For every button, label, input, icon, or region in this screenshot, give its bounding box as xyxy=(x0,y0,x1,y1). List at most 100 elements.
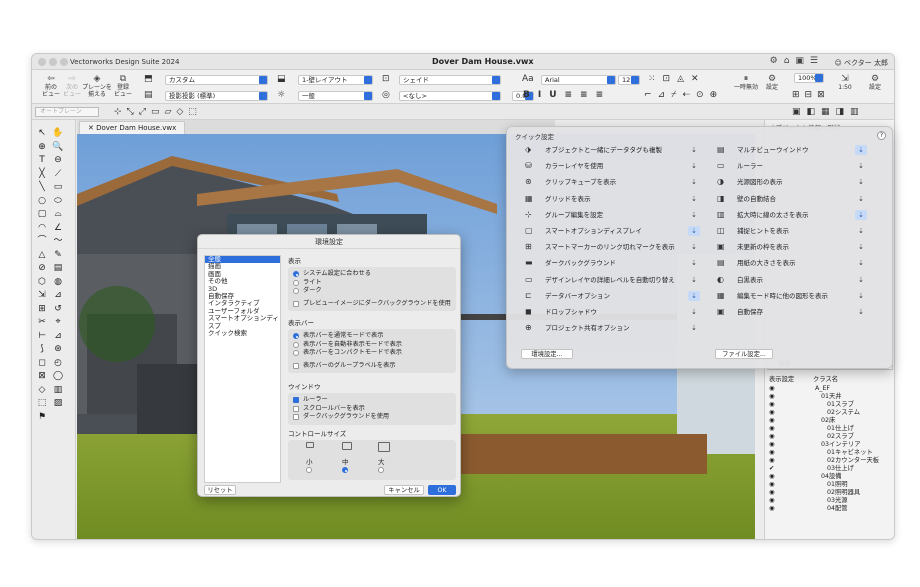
radio-option[interactable]: ダーク xyxy=(293,287,451,296)
pin-icon[interactable]: ⇣ xyxy=(688,161,700,171)
snap-icons-2[interactable]: ⌐⊿⌿⇠⊙⊕ xyxy=(644,90,723,100)
pin-icon[interactable]: ⇣ xyxy=(855,291,867,301)
none-select[interactable]: <なし> xyxy=(399,91,501,101)
prev-view-button[interactable]: ⇦ 前の ビュー xyxy=(40,74,62,98)
tool-4-icon[interactable]: T xyxy=(36,155,48,166)
layer-select[interactable]: 1-壁レイアウト xyxy=(298,75,373,85)
pin-icon[interactable]: ⇣ xyxy=(688,323,700,333)
quick-setting-row[interactable]: ▢ スマートオプションディスプレイ xyxy=(525,224,715,238)
disable-button[interactable]: ⏸ 一時無効 xyxy=(732,74,760,91)
settings-button[interactable]: ⚙ 設定 xyxy=(762,74,782,91)
tool-12-icon[interactable]: ▢ xyxy=(36,209,48,220)
pin-icon[interactable]: ⇣ xyxy=(688,242,700,252)
class-row[interactable]: ◉ 04配管 xyxy=(765,505,894,513)
chk-option[interactable]: ルーラー xyxy=(293,396,451,405)
user-name[interactable]: ☺ ベクター 太郎 xyxy=(835,58,888,68)
eye-icon[interactable]: ◉ xyxy=(769,441,775,449)
chk-control[interactable] xyxy=(293,405,299,412)
radio-option[interactable]: システム設定に合わせる xyxy=(293,270,451,279)
quick-setting-row[interactable]: ⊞ スマートマーカーのリンク切れマークを表示 xyxy=(525,240,715,254)
checkbox-option[interactable]: プレビューイメージにダークバックグラウンドを使用 xyxy=(293,300,451,309)
quick-setting-row[interactable]: ▤ 用紙の大きさを表示 xyxy=(717,256,907,270)
class-row[interactable]: ◉ 02システム xyxy=(765,409,894,417)
radio-control[interactable] xyxy=(293,333,299,339)
tool-5-icon[interactable]: ⊖ xyxy=(52,155,64,166)
class-row[interactable]: ◉ 03インテリア xyxy=(765,441,894,449)
quick-setting-row[interactable]: ▭ デザインレイヤの詳細レベルを自動切り替え xyxy=(525,273,715,287)
tool-30-icon[interactable]: ⊢ xyxy=(36,331,48,342)
size-radio[interactable] xyxy=(342,467,348,473)
eye-icon[interactable]: ◉ xyxy=(769,425,775,433)
tool-22-icon[interactable]: ⬡ xyxy=(36,277,48,288)
category-item[interactable]: スマートオプションディスプ xyxy=(205,315,280,330)
pin-icon[interactable]: ⇣ xyxy=(855,177,867,187)
radio-option[interactable]: ライト xyxy=(293,279,451,288)
eye-icon[interactable]: ◉ xyxy=(769,481,775,489)
quick-setting-row[interactable]: ◫ 捕捉ヒントを表示 xyxy=(717,224,907,238)
checkbox-option[interactable]: 表示バーのグループラベルを表示 xyxy=(293,362,451,371)
tool-26-icon[interactable]: ⊞ xyxy=(36,304,48,315)
pin-icon[interactable]: ⇣ xyxy=(688,226,700,236)
eye-icon[interactable]: ◉ xyxy=(769,393,775,401)
tool-11-icon[interactable]: ⬭ xyxy=(52,196,64,207)
file-settings-button[interactable]: ファイル設定... xyxy=(715,349,773,359)
eye-icon[interactable]: ◉ xyxy=(769,505,775,513)
pin-icon[interactable]: ⇣ xyxy=(855,275,867,285)
tool-2-icon[interactable]: ⊕ xyxy=(36,142,48,153)
tool-25-icon[interactable]: ⊿ xyxy=(52,290,64,301)
pin-icon[interactable]: ⇣ xyxy=(688,210,700,220)
class-row[interactable]: ◉ 04設備 xyxy=(765,473,894,481)
tool-36-icon[interactable]: ⊠ xyxy=(36,371,48,382)
radio-option[interactable]: 表示バーを自動非表示モードで表示 xyxy=(293,341,451,350)
pin-icon[interactable]: ⇣ xyxy=(855,307,867,317)
pin-icon[interactable]: ⇣ xyxy=(855,258,867,268)
eye-icon[interactable]: ◉ xyxy=(769,497,775,505)
tool-0-icon[interactable]: ↖ xyxy=(36,128,48,139)
pin-icon[interactable]: ⇣ xyxy=(855,194,867,204)
projection-select[interactable]: 投影投影 (標準) xyxy=(165,91,268,101)
radio-control[interactable] xyxy=(293,279,299,286)
quick-setting-row[interactable]: ▣ 自動保存 xyxy=(717,305,907,319)
preferences-button[interactable]: 環境設定... xyxy=(521,349,573,359)
tool-19-icon[interactable]: ✎ xyxy=(52,250,64,261)
tool-24-icon[interactable]: ⇲ xyxy=(36,290,48,301)
radio-control[interactable] xyxy=(293,350,299,356)
view-settings-button[interactable]: ⚙ 設定 xyxy=(865,74,885,91)
quick-setting-row[interactable]: ▦ 編集モード時に他の図形を表示 xyxy=(717,289,907,303)
chk-option[interactable]: スクロールバーを表示 xyxy=(293,405,451,414)
class-row[interactable]: ✔ 03仕上げ xyxy=(765,465,894,473)
scale-button[interactable]: ⇲ 1:50 xyxy=(835,74,855,91)
class-row[interactable]: ◉ 02カウンター天板 xyxy=(765,457,894,465)
class-select[interactable]: カスタム xyxy=(165,75,268,85)
category-item[interactable]: クイック検索 xyxy=(205,329,280,337)
tool-29-icon[interactable]: ⌖ xyxy=(52,317,64,328)
checkbox-control[interactable] xyxy=(293,362,299,369)
eye-icon[interactable]: ✔ xyxy=(769,465,774,473)
tool-18-icon[interactable]: △ xyxy=(36,250,48,261)
quick-setting-row[interactable]: ⊕ プロジェクト共有オプション xyxy=(525,321,715,335)
render-select[interactable]: シェイド xyxy=(399,75,501,85)
close-tab-icon[interactable]: ✕ xyxy=(88,124,96,132)
pin-icon[interactable]: ⇣ xyxy=(855,242,867,252)
radio-option[interactable]: 表示バーをコンパクトモードで表示 xyxy=(293,349,451,358)
quick-setting-row[interactable]: ▤ マルチビューウインドウ xyxy=(717,143,907,157)
zoom-button[interactable] xyxy=(60,58,68,66)
quick-setting-row[interactable]: ⬗ オブジェクトと一緒にデータタグも複製 xyxy=(525,143,715,157)
tool-1-icon[interactable]: ✋ xyxy=(52,128,64,139)
size-radio[interactable] xyxy=(306,467,312,473)
pin-icon[interactable]: ⇣ xyxy=(688,307,700,317)
pin-icon[interactable]: ⇣ xyxy=(855,161,867,171)
eye-icon[interactable]: ◉ xyxy=(769,433,775,441)
tool-27-icon[interactable]: ↺ xyxy=(52,304,64,315)
eye-icon[interactable]: ◉ xyxy=(769,409,775,417)
tool-8-icon[interactable]: ╲ xyxy=(36,182,48,193)
quick-setting-row[interactable]: ⛁ カラーレイヤを使用 xyxy=(525,159,715,173)
quick-setting-row[interactable]: ▥ 拡大時に線の太さを表示 xyxy=(717,208,907,222)
tool-35-icon[interactable]: ◴ xyxy=(52,358,64,369)
eye-icon[interactable]: ◉ xyxy=(769,385,775,393)
align-plane-button[interactable]: ◈ プレーンを 揃える xyxy=(82,74,112,98)
eye-icon[interactable]: ◉ xyxy=(769,401,775,409)
pin-icon[interactable]: ⇣ xyxy=(688,194,700,204)
reset-button[interactable]: リセット xyxy=(204,485,236,495)
class-row[interactable]: ◉ 03光源 xyxy=(765,497,894,505)
